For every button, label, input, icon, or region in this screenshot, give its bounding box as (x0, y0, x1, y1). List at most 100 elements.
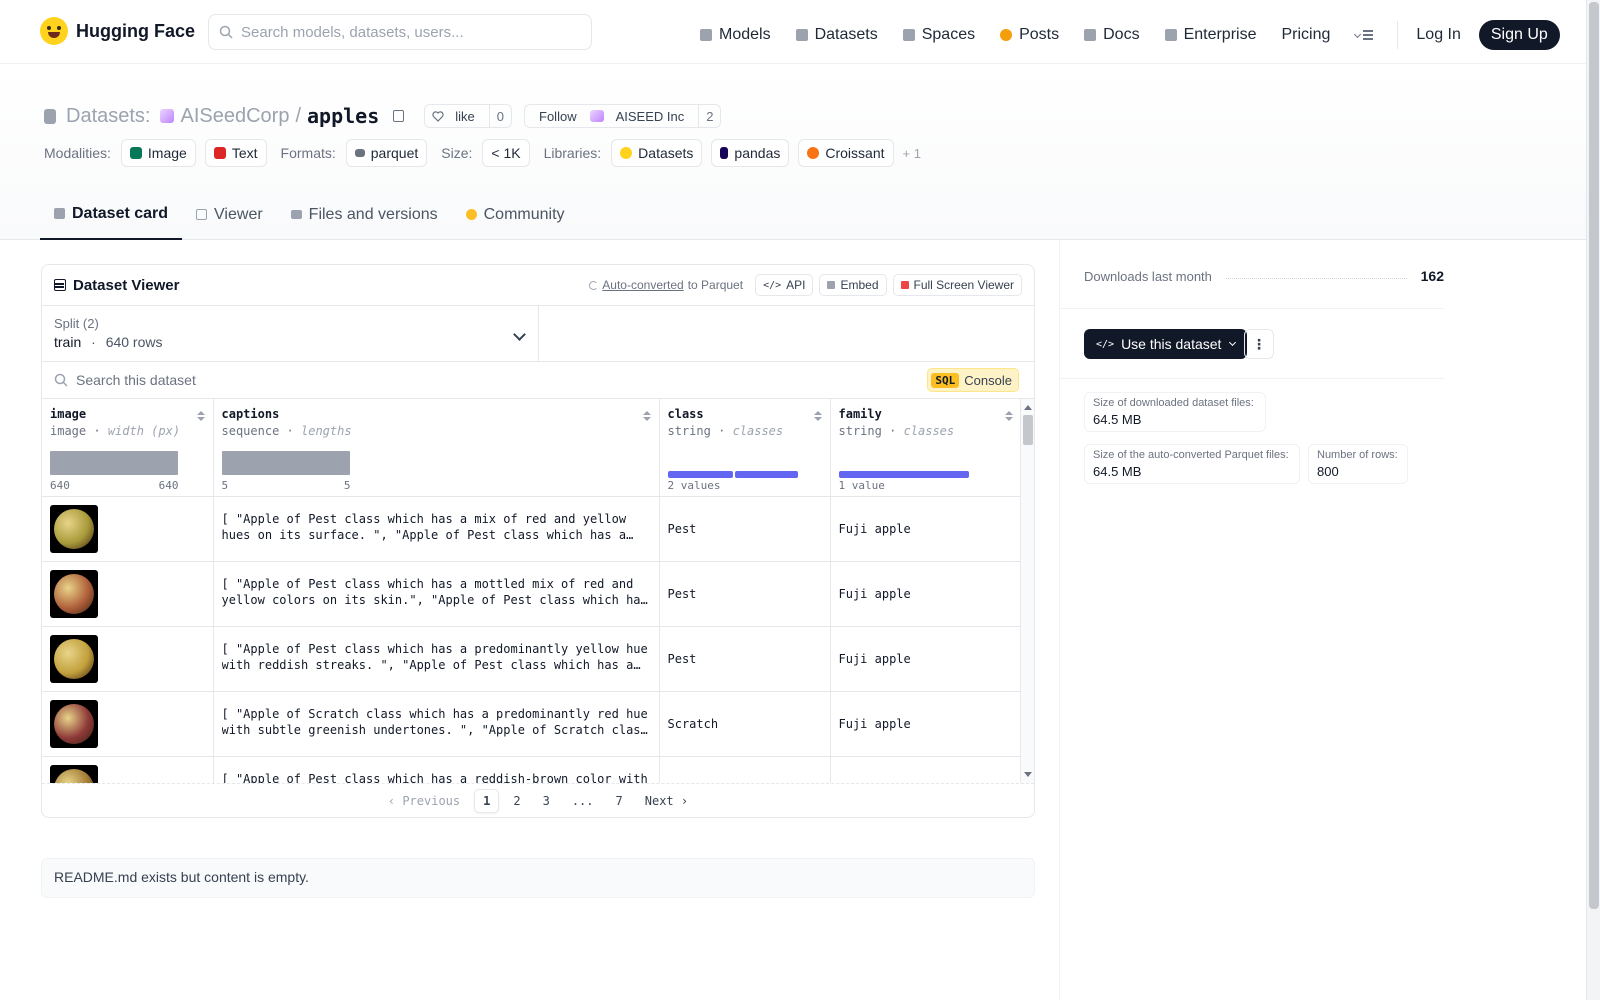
global-search[interactable] (208, 14, 592, 50)
tab-dataset-card[interactable]: Dataset card (40, 189, 183, 240)
class-segment[interactable] (734, 471, 798, 478)
sort-icon[interactable] (813, 411, 822, 423)
page-3-button[interactable]: 3 (535, 790, 558, 812)
histogram-bar[interactable] (221, 451, 350, 475)
viewer-header: Dataset Viewer Auto-converted to Parquet… (42, 265, 1034, 306)
cell-class[interactable]: Pest (659, 496, 831, 562)
scroll-thumb[interactable] (1023, 415, 1033, 445)
table-row[interactable]: [ "Apple of Pest class which has a reddi… (42, 756, 1022, 783)
tag-datasets-lib[interactable]: Datasets (611, 139, 703, 167)
class-segment[interactable] (838, 471, 969, 478)
cell-captions[interactable]: [ "Apple of Pest class which has a reddi… (213, 756, 660, 783)
table-row[interactable]: [ "Apple of Pest class which has a predo… (42, 626, 1022, 692)
nav-spaces[interactable]: Spaces (902, 26, 975, 44)
page-2-button[interactable]: 2 (505, 790, 528, 812)
like-button[interactable]: like 0 (424, 104, 513, 128)
nav-datasets[interactable]: Datasets (795, 26, 878, 44)
tag-croissant[interactable]: Croissant (798, 139, 894, 167)
class-distribution-bar[interactable] (838, 471, 969, 478)
sort-icon[interactable] (642, 411, 651, 423)
follow-count: 2 (698, 105, 720, 127)
cell-family[interactable]: Fuji apple (830, 496, 1022, 562)
cell-family[interactable]: Fuji apple (830, 561, 1022, 627)
sort-icon[interactable] (1004, 411, 1013, 423)
cell-family[interactable] (830, 756, 1022, 783)
cell-class[interactable]: Pest (659, 561, 831, 627)
page-1-button[interactable]: 1 (474, 788, 500, 813)
col-family-header[interactable]: family string · classes 1 value (830, 399, 1022, 497)
col-captions-header[interactable]: captions sequence · lengths 55 (213, 399, 660, 497)
split-selector[interactable]: Split (2) train · 640 rows (42, 306, 539, 361)
cell-family[interactable]: Fuji apple (830, 691, 1022, 757)
breadcrumb-datasets[interactable]: Datasets: (66, 105, 150, 128)
api-button[interactable]: </> API (755, 274, 814, 296)
tab-viewer[interactable]: Viewer (182, 189, 277, 240)
login-link[interactable]: Log In (1416, 26, 1460, 44)
copy-icon[interactable] (393, 110, 405, 122)
logo-link[interactable]: Hugging Face (40, 17, 195, 45)
tag-size[interactable]: < 1K (482, 139, 530, 167)
nav-posts[interactable]: Posts (1000, 26, 1059, 44)
tag-image[interactable]: Image (120, 139, 196, 167)
apple-thumbnail[interactable] (50, 699, 98, 748)
tag-text[interactable]: Text (204, 139, 267, 167)
tab-files-and-versions[interactable]: Files and versions (277, 189, 452, 240)
cell-captions[interactable]: [ "Apple of Pest class which has a mix o… (213, 496, 660, 562)
nav-models[interactable]: Models (700, 26, 771, 44)
sql-console-button[interactable]: SQL Console (927, 368, 1019, 392)
global-search-input[interactable] (241, 23, 571, 41)
tag-parquet-label: parquet (370, 145, 419, 161)
breadcrumb-owner[interactable]: AISeedCorp (180, 105, 289, 128)
cell-family[interactable]: Fuji apple (830, 626, 1022, 692)
tag-pandas[interactable]: pandas (711, 139, 790, 167)
col-class-header[interactable]: class string · classes 2 values (659, 399, 831, 497)
nav-pricing[interactable]: Pricing (1281, 26, 1330, 44)
cell-image[interactable] (42, 691, 214, 757)
more-options-button[interactable]: ⋮ (1244, 329, 1274, 359)
cell-image[interactable] (42, 561, 214, 627)
scroll-up-icon[interactable] (1024, 405, 1032, 410)
page-scroll-thumb[interactable] (1589, 2, 1599, 909)
page-7-button[interactable]: 7 (608, 790, 631, 812)
cell-image[interactable] (42, 626, 214, 692)
auto-converted-link[interactable]: Auto-converted (602, 278, 683, 292)
previous-page-button[interactable]: ‹ Previous (380, 790, 468, 812)
table-row[interactable]: [ "Apple of Scratch class which has a pr… (42, 691, 1022, 757)
table-scrollbar[interactable] (1020, 399, 1034, 783)
signup-button[interactable]: Sign Up (1478, 20, 1560, 50)
next-page-button[interactable]: Next › (637, 790, 696, 812)
fullscreen-viewer-button[interactable]: Full Screen Viewer (892, 274, 1022, 296)
nav-enterprise[interactable]: Enterprise (1164, 26, 1256, 44)
apple-thumbnail[interactable] (50, 569, 98, 618)
dataset-name[interactable]: apples (307, 104, 379, 128)
class-segment[interactable] (667, 471, 733, 478)
cell-class[interactable] (659, 756, 831, 783)
cell-class[interactable]: Pest (659, 626, 831, 692)
sort-icon[interactable] (196, 411, 205, 423)
col-image-header[interactable]: image image · width (px) 640 640 (42, 399, 214, 497)
cell-image[interactable] (42, 756, 214, 783)
apple-thumbnail[interactable] (50, 504, 98, 553)
scroll-down-icon[interactable] (1024, 772, 1032, 777)
cell-captions[interactable]: [ "Apple of Scratch class which has a pr… (213, 691, 660, 757)
cell-class[interactable]: Scratch (659, 691, 831, 757)
page-scrollbar[interactable] (1586, 0, 1600, 1000)
cell-captions[interactable]: [ "Apple of Pest class which has a mottl… (213, 561, 660, 627)
tab-community[interactable]: Community (452, 189, 579, 240)
more-tags-link[interactable]: + 1 (903, 146, 921, 161)
class-distribution-bar[interactable] (667, 471, 798, 478)
cell-image[interactable] (42, 496, 214, 562)
use-this-dataset-button[interactable]: </> Use this dataset (1084, 329, 1248, 359)
apple-thumbnail[interactable] (50, 634, 98, 683)
table-row[interactable]: [ "Apple of Pest class which has a mottl… (42, 561, 1022, 627)
cell-captions[interactable]: [ "Apple of Pest class which has a predo… (213, 626, 660, 692)
nav-docs[interactable]: Docs (1084, 26, 1140, 44)
histogram-bar[interactable] (50, 451, 178, 475)
dataset-search-input[interactable] (76, 372, 876, 388)
table-row[interactable]: [ "Apple of Pest class which has a mix o… (42, 496, 1022, 562)
apple-thumbnail[interactable] (50, 764, 98, 783)
tag-parquet[interactable]: parquet (345, 139, 428, 167)
embed-button[interactable]: Embed (819, 274, 887, 296)
follow-button[interactable]: Follow AISEED Inc 2 (524, 104, 722, 128)
more-menu-icon[interactable] (1355, 29, 1374, 41)
